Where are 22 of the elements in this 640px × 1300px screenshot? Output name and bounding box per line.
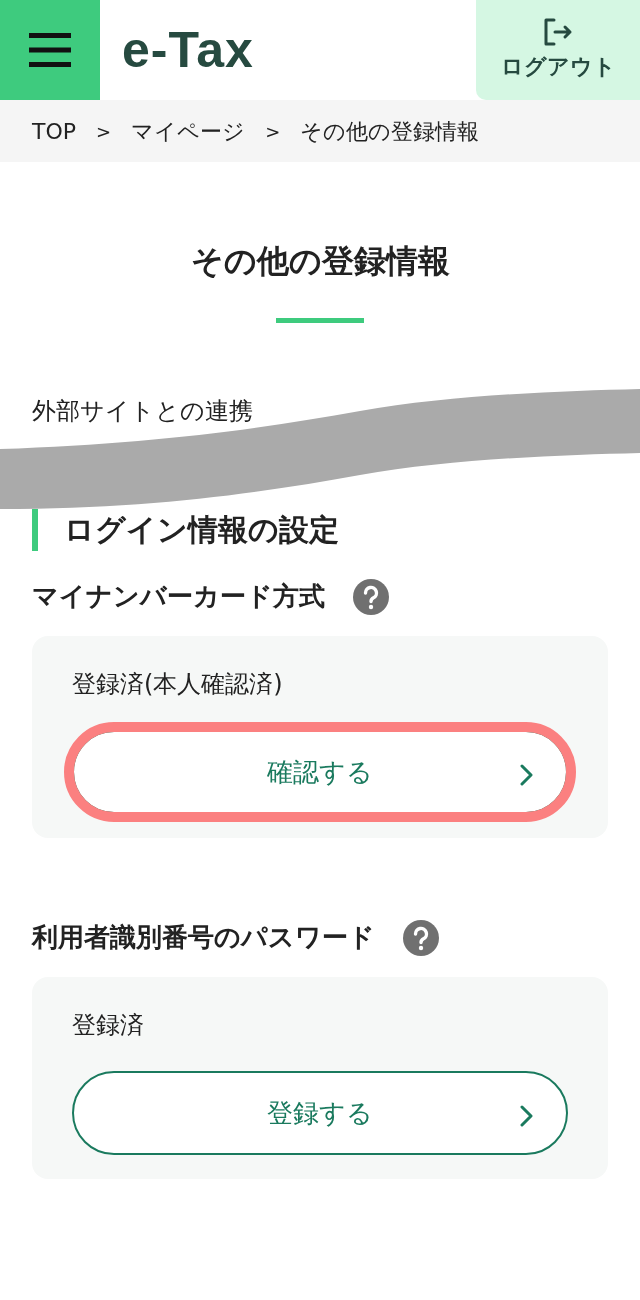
chevron-icon [520,1105,534,1128]
item-title: 利用者識別番号のパスワード [32,921,375,955]
help-icon[interactable] [403,919,439,956]
menu-icon [29,33,71,67]
section-label: 外部サイトとの連携 [31,396,254,428]
section-heading: ログイン情報の設定 [32,509,640,552]
chevron-icon [520,764,534,787]
logout-icon [542,17,574,46]
page-title: その他の登録情報 [189,242,451,281]
action-button[interactable]: 登録する [72,1071,568,1156]
status-text: 登録済(本人確認済) [72,669,284,701]
logout-button[interactable]: ログアウト [476,0,640,100]
breadcrumb-link[interactable]: TOP [32,114,77,148]
breadcrumb-link[interactable]: マイページ [131,114,246,148]
breadcrumb-current: その他の登録情報 [300,117,480,146]
breadcrumb-separator: > [265,119,281,144]
status-text: 登録済 [72,1010,145,1042]
breadcrumb-separator: > [96,119,112,144]
help-icon[interactable] [353,578,389,615]
site-logo[interactable]: e-Tax [100,12,476,88]
menu-button[interactable] [0,0,100,100]
item-title: マイナンバーカード方式 [32,580,325,614]
